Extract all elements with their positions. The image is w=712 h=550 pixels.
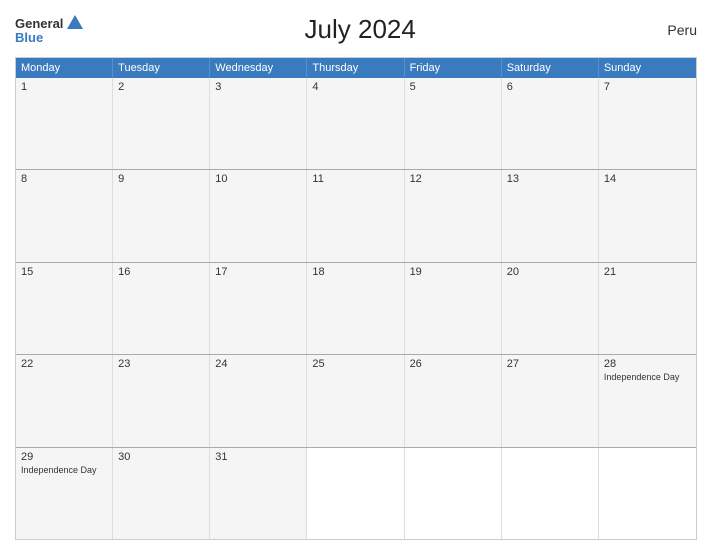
calendar-cell: 4 <box>307 78 404 169</box>
day-number: 2 <box>118 81 204 93</box>
logo-blue-text: Blue <box>15 31 43 44</box>
day-number: 1 <box>21 81 107 93</box>
day-number: 29 <box>21 451 107 463</box>
calendar-cell <box>599 448 696 539</box>
calendar-cell: 27 <box>502 355 599 446</box>
calendar-cell: 31 <box>210 448 307 539</box>
calendar-week-5: 29 Independence Day 30 31 <box>16 448 696 539</box>
day-number: 17 <box>215 266 301 278</box>
header-tuesday: Tuesday <box>113 58 210 78</box>
calendar-cell: 12 <box>405 170 502 261</box>
event-label: Independence Day <box>604 372 691 383</box>
page: General Blue July 2024 Peru Monday Tuesd… <box>0 0 712 550</box>
calendar-cell: 16 <box>113 263 210 354</box>
calendar-cell: 15 <box>16 263 113 354</box>
day-number: 21 <box>604 266 691 278</box>
day-number: 28 <box>604 358 691 370</box>
day-number: 30 <box>118 451 204 463</box>
calendar-cell: 17 <box>210 263 307 354</box>
day-number: 12 <box>410 173 496 185</box>
calendar-week-1: 1234567 <box>16 78 696 170</box>
day-number: 27 <box>507 358 593 370</box>
calendar-cell <box>307 448 404 539</box>
day-number: 14 <box>604 173 691 185</box>
calendar-cell: 19 <box>405 263 502 354</box>
header-saturday: Saturday <box>502 58 599 78</box>
day-number: 6 <box>507 81 593 93</box>
event-label: Independence Day <box>21 465 107 476</box>
calendar-cell: 29 Independence Day <box>16 448 113 539</box>
day-number: 22 <box>21 358 107 370</box>
calendar-cell: 9 <box>113 170 210 261</box>
calendar-cell: 24 <box>210 355 307 446</box>
calendar-title: July 2024 <box>83 14 637 45</box>
header-friday: Friday <box>405 58 502 78</box>
day-number: 16 <box>118 266 204 278</box>
day-number: 24 <box>215 358 301 370</box>
header-thursday: Thursday <box>307 58 404 78</box>
day-number: 9 <box>118 173 204 185</box>
calendar-cell: 26 <box>405 355 502 446</box>
day-number: 26 <box>410 358 496 370</box>
calendar-cell: 21 <box>599 263 696 354</box>
calendar-cell: 8 <box>16 170 113 261</box>
calendar-cell: 2 <box>113 78 210 169</box>
calendar-cell: 10 <box>210 170 307 261</box>
calendar-cell: 11 <box>307 170 404 261</box>
calendar-cell: 1 <box>16 78 113 169</box>
header-sunday: Sunday <box>599 58 696 78</box>
calendar-cell: 30 <box>113 448 210 539</box>
calendar-cell: 18 <box>307 263 404 354</box>
day-number: 5 <box>410 81 496 93</box>
day-number: 20 <box>507 266 593 278</box>
calendar-cell: 28 Independence Day <box>599 355 696 446</box>
calendar: Monday Tuesday Wednesday Thursday Friday… <box>15 57 697 540</box>
calendar-cell: 14 <box>599 170 696 261</box>
day-number: 13 <box>507 173 593 185</box>
day-number: 18 <box>312 266 398 278</box>
day-number: 31 <box>215 451 301 463</box>
calendar-cell: 3 <box>210 78 307 169</box>
calendar-week-4: 22 23 24 25 26 27 28 Independence Day <box>16 355 696 447</box>
day-number: 25 <box>312 358 398 370</box>
logo-general-text: General <box>15 17 63 30</box>
calendar-cell: 13 <box>502 170 599 261</box>
day-number: 8 <box>21 173 107 185</box>
calendar-cell: 20 <box>502 263 599 354</box>
calendar-cell: 22 <box>16 355 113 446</box>
calendar-cell: 25 <box>307 355 404 446</box>
calendar-header: Monday Tuesday Wednesday Thursday Friday… <box>16 58 696 78</box>
calendar-body: 1234567891011121314151617181920212223242… <box>16 78 696 539</box>
day-number: 4 <box>312 81 398 93</box>
day-number: 10 <box>215 173 301 185</box>
day-number: 11 <box>312 173 398 185</box>
calendar-cell: 5 <box>405 78 502 169</box>
calendar-cell: 23 <box>113 355 210 446</box>
day-number: 15 <box>21 266 107 278</box>
header-wednesday: Wednesday <box>210 58 307 78</box>
calendar-week-2: 89 10 11 12 13 14 <box>16 170 696 262</box>
country-label: Peru <box>637 22 697 38</box>
day-number: 7 <box>604 81 691 93</box>
calendar-week-3: 15 16 17 18 19 20 21 <box>16 263 696 355</box>
calendar-cell: 7 <box>599 78 696 169</box>
calendar-cell <box>502 448 599 539</box>
calendar-cell: 6 <box>502 78 599 169</box>
logo: General Blue <box>15 15 83 44</box>
calendar-cell <box>405 448 502 539</box>
header-monday: Monday <box>16 58 113 78</box>
day-number: 3 <box>215 81 301 93</box>
day-number: 23 <box>118 358 204 370</box>
day-number: 19 <box>410 266 496 278</box>
logo-triangle-icon <box>67 15 83 29</box>
header: General Blue July 2024 Peru <box>15 10 697 49</box>
